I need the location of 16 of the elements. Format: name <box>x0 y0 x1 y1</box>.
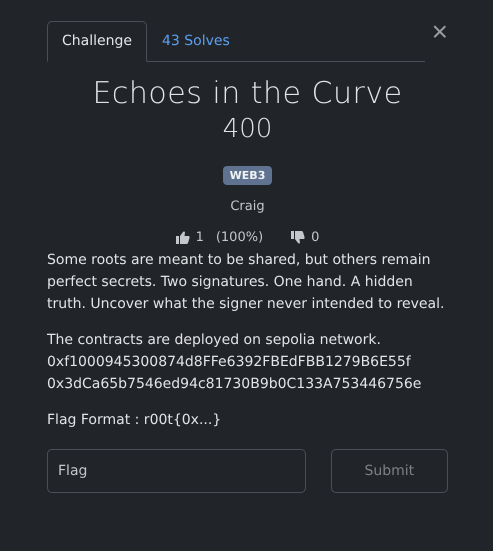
description-text: The contracts are deployed on sepolia network. 0xf1000945300874d8FFe6392FBEdFBB1279B6E55f 0x3dCa65b7546ed94c81730B9b0C133A753446756e <box>47 331 422 394</box>
description-text: Flag Format : r00t{0x...} <box>47 411 222 430</box>
like-count: 1 <box>196 230 204 245</box>
thumbs-up-icon[interactable] <box>176 231 190 244</box>
like-percent: (100%) <box>216 230 264 245</box>
author: Craig <box>230 199 265 214</box>
points: 400 <box>222 114 272 144</box>
tab[interactable]: Challenge <box>47 21 147 62</box>
thumbs-down-icon[interactable] <box>291 231 306 244</box>
category-tag: WEB3 <box>222 166 272 185</box>
flag-input-field[interactable]: Flag <box>47 449 306 493</box>
challenge-title: Echoes in the Curve <box>92 76 403 111</box>
description-text: Some roots are meant to be shared, but others remain perfect secrets. Two signatures. One hand. A hidden truth. Uncover what the signer never intended to reveal. <box>47 251 446 314</box>
dislike-count: 0 <box>311 230 320 245</box>
close-button[interactable]: × <box>432 18 448 46</box>
tab[interactable]: 43 Solves <box>147 21 245 62</box>
